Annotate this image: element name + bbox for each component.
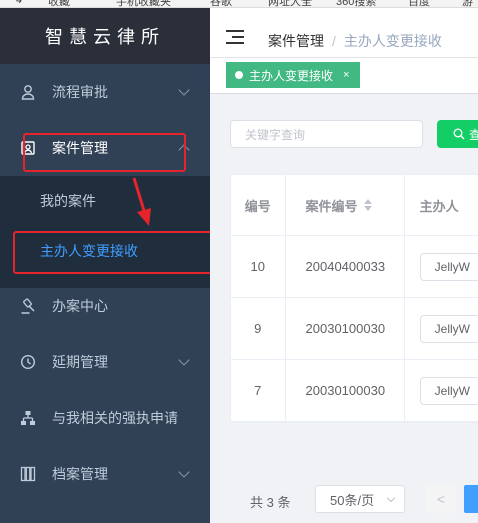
search-icon <box>453 128 465 140</box>
user-icon <box>20 84 36 100</box>
gavel-icon <box>20 298 36 314</box>
bookmark-item[interactable]: 网址大全 <box>268 0 312 7</box>
table-header-row: 编号 案件编号 主办人 <box>231 175 478 236</box>
clock-icon <box>20 354 36 370</box>
org-icon <box>20 410 36 426</box>
sort-icon[interactable] <box>363 199 372 211</box>
bookmark-item[interactable]: 收藏 <box>48 0 70 7</box>
table-row: 7 20030100030 JellyW <box>231 360 478 422</box>
sidebar-item-label: 办案中心 <box>52 298 108 314</box>
cell-id: 9 <box>231 298 286 359</box>
bookmark-item[interactable]: 手机收藏夹 <box>116 0 171 7</box>
sidebar-item-extension[interactable]: 延期管理 <box>0 334 210 390</box>
cell-case-no: 20030100030 <box>286 360 405 421</box>
page-size-value: 50条/页 <box>330 492 375 508</box>
cell-handler: JellyW <box>405 298 478 359</box>
sidebar-item-enforcement[interactable]: 与我相关的强执申请 <box>0 390 210 446</box>
active-dot-icon <box>235 71 243 79</box>
archive-icon <box>20 466 36 482</box>
column-header-case-no[interactable]: 案件编号 <box>286 175 405 235</box>
case-table: 编号 案件编号 主办人 10 20040400033 JellyW 9 2003… <box>230 174 478 423</box>
table-row: 10 20040400033 JellyW <box>231 236 478 298</box>
cell-handler: JellyW <box>405 360 478 421</box>
bookmark-item[interactable]: 360搜索 <box>336 0 376 7</box>
cell-id: 7 <box>231 360 286 421</box>
tag-handler-change[interactable]: 主办人变更接收 × <box>226 62 361 88</box>
prev-page-button[interactable]: < <box>426 485 456 513</box>
chevron-down-icon <box>386 493 396 503</box>
breadcrumb-current: 主办人变更接收 <box>343 33 442 49</box>
main-area: 案件管理 / 主办人变更接收 主办人变更接收 × 关键字查询 查 编号 案件编号 主… <box>210 8 478 523</box>
search-button-label: 查 <box>469 127 478 142</box>
column-header-handler: 主办人 <box>405 175 478 235</box>
close-icon[interactable]: × <box>343 69 349 81</box>
search-button[interactable]: 查 <box>437 120 478 148</box>
chevron-down-icon <box>178 84 190 96</box>
sidebar-item-approval[interactable]: 流程审批 <box>0 64 210 120</box>
pagination-total: 共 3 条 <box>250 495 291 510</box>
handler-select[interactable]: JellyW <box>419 376 478 405</box>
brand-title: 智慧云律所 <box>0 8 210 64</box>
cell-case-no: 20030100030 <box>286 298 405 359</box>
handler-select[interactable]: JellyW <box>419 252 478 281</box>
column-header-label: 案件编号 <box>305 198 358 214</box>
sidebar-item-label: 流程审批 <box>52 84 108 100</box>
table-row: 9 20030100030 JellyW <box>231 298 478 360</box>
tag-label: 主办人变更接收 <box>249 68 334 83</box>
sidebar-item-label: 延期管理 <box>52 354 108 370</box>
column-header-id: 编号 <box>231 175 286 235</box>
sidebar-item-case-center[interactable]: 办案中心 <box>0 278 210 334</box>
chevron-down-icon <box>178 354 190 366</box>
hamburger-icon[interactable] <box>226 30 244 44</box>
handler-select[interactable]: JellyW <box>419 314 478 343</box>
navbar: 案件管理 / 主办人变更接收 <box>210 8 478 58</box>
cell-handler: JellyW <box>405 236 478 297</box>
page-size-select[interactable]: 50条/页 <box>315 485 405 513</box>
sidebar-item-label: 与我相关的强执申请 <box>52 410 178 426</box>
submenu-item-my-cases[interactable]: 我的案件 <box>0 176 210 226</box>
annotation-arrow-icon <box>132 177 151 226</box>
page-number-button[interactable] <box>464 485 478 513</box>
breadcrumb-root[interactable]: 案件管理 <box>268 33 324 49</box>
bookmark-item[interactable]: 游 <box>462 0 473 7</box>
bookmark-item[interactable]: 谷歌 <box>210 0 232 7</box>
annotation-box-case-management <box>23 133 186 172</box>
pagination: 共 3 条 50条/页 < <box>210 484 478 514</box>
tags-view: 主办人变更接收 × <box>210 58 478 94</box>
cell-case-no: 20040400033 <box>286 236 405 297</box>
cell-id: 10 <box>231 236 286 297</box>
breadcrumb: 案件管理 / 主办人变更接收 <box>268 31 442 51</box>
search-input[interactable]: 关键字查询 <box>230 120 423 148</box>
sidebar-item-archive[interactable]: 档案管理 <box>0 446 210 502</box>
content-area: 关键字查询 查 编号 案件编号 主办人 10 20040400033 Jelly… <box>210 94 478 523</box>
annotation-box-handler-change <box>13 231 224 274</box>
chevron-down-icon <box>178 466 190 478</box>
bookmark-arrow-icon[interactable]: ↳ <box>14 0 23 6</box>
sidebar-item-label: 档案管理 <box>52 466 108 482</box>
bookmark-item[interactable]: 百度 <box>408 0 430 7</box>
bookmark-bar: ↳ 收藏 手机收藏夹 谷歌 网址大全 360搜索 百度 游 <box>0 0 478 8</box>
breadcrumb-separator: / <box>332 33 336 49</box>
